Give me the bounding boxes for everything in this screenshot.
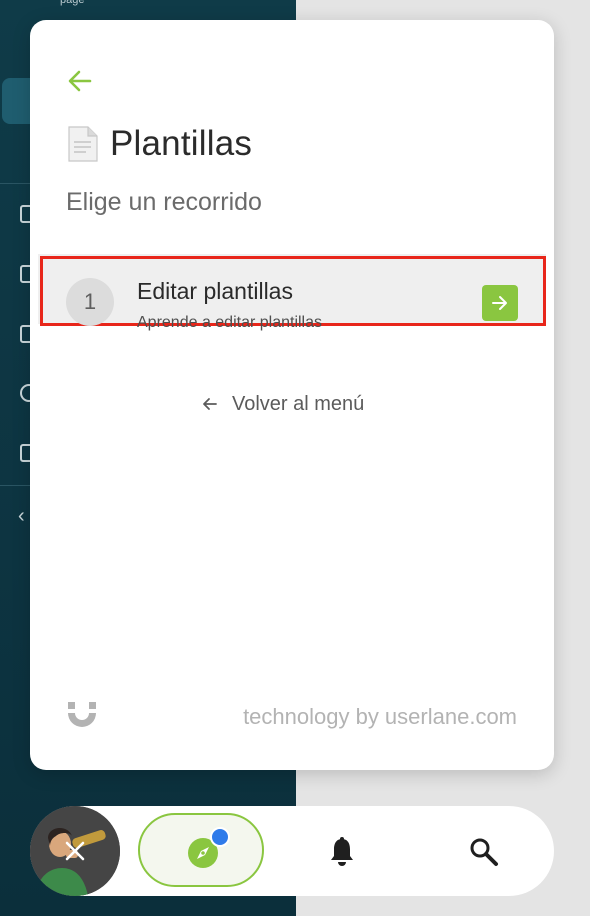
panel-title: Plantillas xyxy=(110,124,253,163)
notification-dot xyxy=(210,827,230,847)
back-to-menu-label: Volver al menú xyxy=(232,392,365,415)
sidebar-partial-label: page xyxy=(60,0,85,6)
guides-tab-button[interactable] xyxy=(138,813,264,887)
back-arrow-icon[interactable] xyxy=(66,67,94,95)
bell-icon[interactable] xyxy=(327,836,357,868)
close-icon xyxy=(30,806,120,896)
panel-header: Plantillas xyxy=(66,122,252,166)
document-icon xyxy=(68,126,98,162)
tour-title[interactable]: Editar plantillas xyxy=(137,278,293,305)
close-assistant-button[interactable] xyxy=(30,806,120,896)
panel-subtitle: Elige un recorrido xyxy=(66,188,262,216)
collapse-chevron-icon[interactable]: ‹ xyxy=(18,506,25,526)
guide-panel: Plantillas Elige un recorrido 1 Editar p… xyxy=(30,20,554,770)
search-icon[interactable] xyxy=(468,836,500,868)
arrow-right-icon xyxy=(492,296,507,310)
back-to-menu-link[interactable]: Volver al menú xyxy=(202,392,364,416)
start-tour-button[interactable] xyxy=(482,285,518,321)
arrow-left-icon xyxy=(203,398,217,410)
userlane-logo-icon xyxy=(68,702,96,727)
tour-description: Aprende a editar plantillas xyxy=(137,314,323,331)
tour-number-badge: 1 xyxy=(66,278,114,326)
brand-credit[interactable]: technology by userlane.com xyxy=(243,704,517,730)
